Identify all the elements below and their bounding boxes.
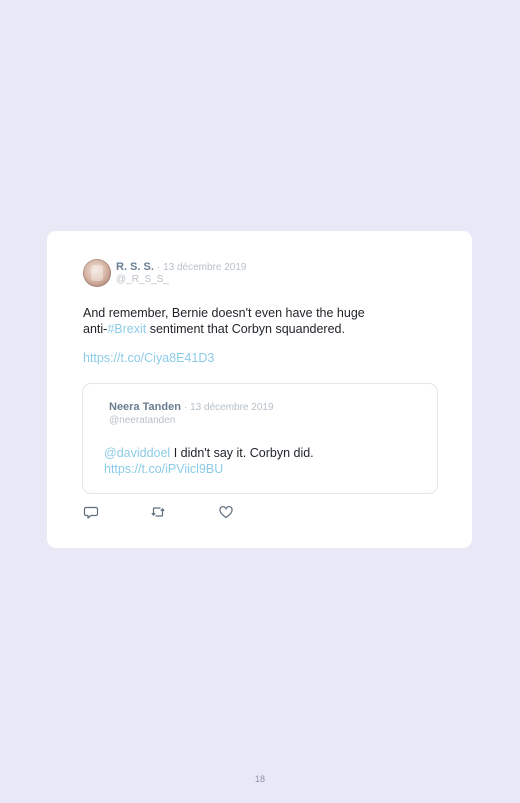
quoted-author-name: Neera Tanden <box>109 401 181 413</box>
author-row: R. S. S. · 13 décembre 2019 <box>116 261 246 273</box>
author-name[interactable]: R. S. S. <box>116 261 154 273</box>
tweet-text-suffix: sentiment that Corbyn squandered. <box>146 321 345 336</box>
like-icon[interactable] <box>218 504 234 520</box>
quoted-url-link[interactable]: https://t.co/iPViicl9BU <box>104 462 223 476</box>
reply-icon[interactable] <box>83 504 99 520</box>
tweet-text: And remember, Bernie doesn't even have t… <box>83 306 403 337</box>
page-number: 18 <box>254 774 265 784</box>
quoted-tweet-date: · 13 décembre 2019 <box>184 402 274 413</box>
author-handle: @_R_S_S_ <box>116 274 169 285</box>
tweet-date[interactable]: · 13 décembre 2019 <box>157 262 247 273</box>
retweet-icon[interactable] <box>150 504 166 520</box>
quoted-tweet-text: @daviddoel I didn't say it. Corbyn did. … <box>104 446 404 477</box>
quoted-author-row: Neera Tanden · 13 décembre 2019 <box>109 401 274 413</box>
tweet-card: R. S. S. · 13 décembre 2019 @_R_S_S_ And… <box>47 231 472 548</box>
hashtag-link[interactable]: #Brexit <box>107 322 146 336</box>
mention-link[interactable]: @daviddoel <box>104 446 170 460</box>
quoted-tweet[interactable]: Neera Tanden · 13 décembre 2019 @neerata… <box>82 383 438 494</box>
quoted-author-handle: @neeratanden <box>109 415 176 426</box>
tweet-text-line1: And remember, Bernie doesn't even have t… <box>83 306 365 320</box>
tweet-url-link[interactable]: https://t.co/Ciya8E41D3 <box>83 351 214 365</box>
quoted-text-body: I didn't say it. Corbyn did. <box>170 446 314 460</box>
author-avatar[interactable] <box>83 259 111 287</box>
tweet-text-prefix: anti- <box>83 321 108 336</box>
